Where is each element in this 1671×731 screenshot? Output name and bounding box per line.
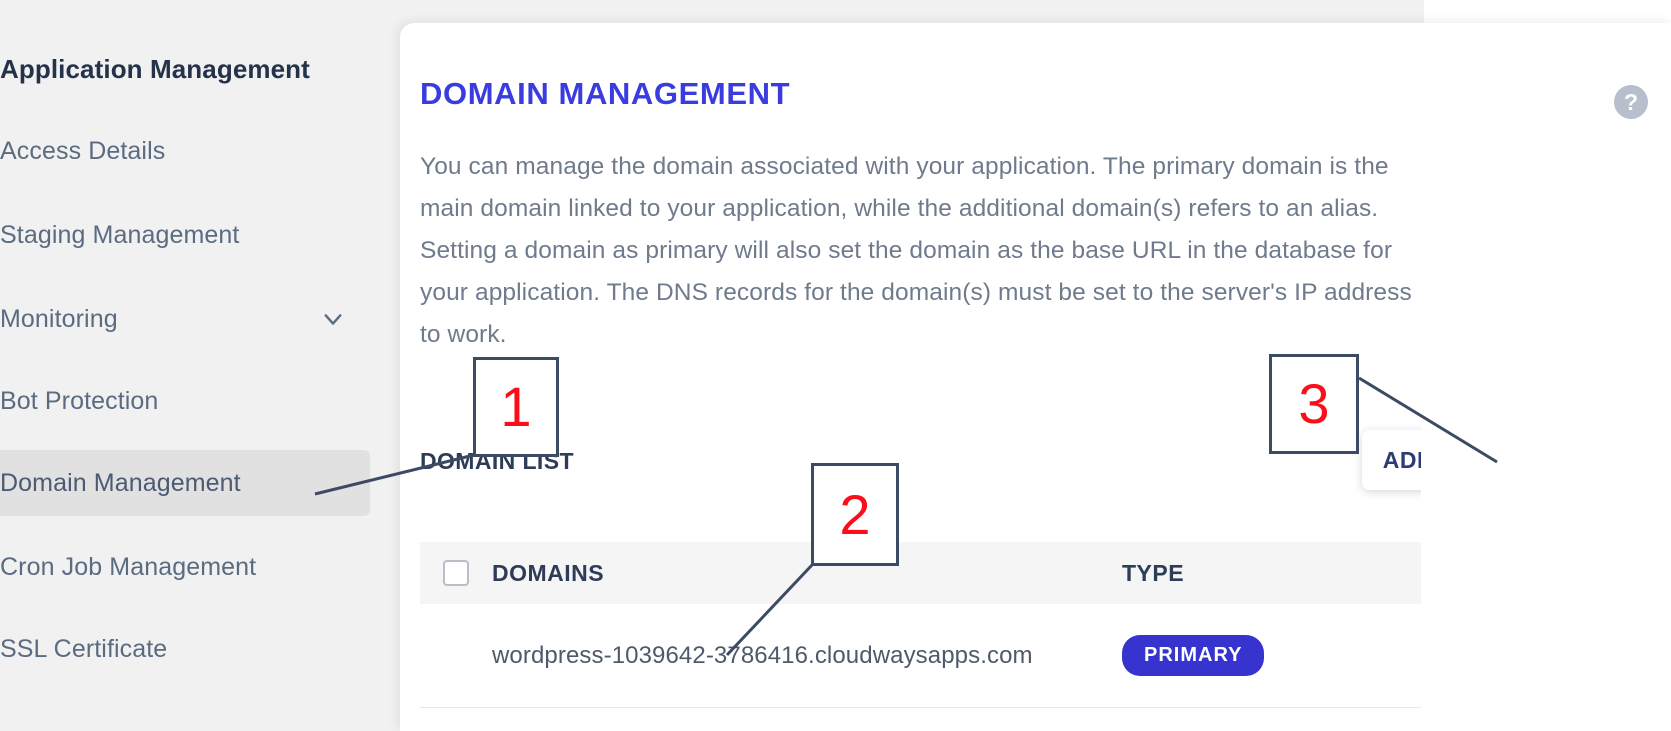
chevron-down-icon[interactable] bbox=[322, 308, 344, 330]
annotation-marker-1: 1 bbox=[473, 357, 559, 457]
column-header-type[interactable]: TYPE bbox=[1122, 560, 1421, 587]
annotation-marker-2: 2 bbox=[811, 463, 899, 566]
app-root: Application Management Access Details Stag… bbox=[0, 0, 1671, 731]
sidebar-item-label: Domain Management bbox=[0, 468, 241, 497]
annotation-marker-3: 3 bbox=[1269, 354, 1359, 454]
sidebar-item-access-details[interactable]: Access Details bbox=[0, 118, 370, 184]
sidebar-item-staging-management[interactable]: Staging Management bbox=[0, 202, 370, 268]
sidebar-item-label: Bot Protection bbox=[0, 386, 159, 415]
page-description: You can manage the domain associated wit… bbox=[420, 153, 1412, 348]
status-badge: PRIMARY bbox=[1122, 635, 1265, 676]
sidebar-item-label: Monitoring bbox=[0, 304, 118, 333]
select-all-checkbox[interactable] bbox=[443, 560, 469, 586]
domain-type-cell: PRIMARY bbox=[1122, 635, 1421, 676]
sidebar-item-cron-job-management[interactable]: Cron Job Management bbox=[0, 534, 370, 600]
sidebar-item-label: Access Details bbox=[0, 136, 166, 165]
page-title: DOMAIN MANAGEMENT bbox=[420, 76, 791, 111]
sidebar-item-label: SSL Certificate bbox=[0, 634, 168, 663]
sidebar-item-ssl-certificate[interactable]: SSL Certificate bbox=[0, 616, 370, 682]
sidebar: Application Management Access Details Stag… bbox=[0, 0, 370, 731]
column-header-domains[interactable]: DOMAINS bbox=[492, 560, 1122, 587]
top-bar-strip bbox=[1424, 0, 1671, 24]
main-content-card: DOMAIN MANAGEMENT You can manage the dom… bbox=[400, 23, 1671, 731]
sidebar-item-label: Application Management bbox=[0, 53, 310, 84]
domain-name-cell: wordpress-1039642-3786416.cloudwaysapps.… bbox=[492, 641, 1033, 669]
sidebar-item-label: Staging Management bbox=[0, 220, 240, 249]
sidebar-item-label: Cron Job Management bbox=[0, 552, 257, 581]
sidebar-item-bot-protection[interactable]: Bot Protection bbox=[0, 368, 370, 434]
help-question-icon[interactable]: ? bbox=[1614, 85, 1648, 119]
sidebar-section-title: Application Management bbox=[0, 36, 370, 102]
sidebar-item-monitoring[interactable]: Monitoring bbox=[0, 286, 370, 352]
sidebar-item-domain-management[interactable]: Domain Management bbox=[0, 450, 370, 516]
domain-table: DOMAINS TYPE wordpress-1039642-3786416.c… bbox=[420, 542, 1421, 708]
select-all-cell[interactable] bbox=[420, 560, 492, 586]
table-header-row: DOMAINS TYPE bbox=[420, 542, 1421, 604]
table-body: wordpress-1039642-3786416.cloudwaysapps.… bbox=[420, 604, 1421, 708]
table-row: wordpress-1039642-3786416.cloudwaysapps.… bbox=[420, 604, 1421, 708]
add-domain-button[interactable]: ADD DOMAIN bbox=[1362, 430, 1421, 490]
